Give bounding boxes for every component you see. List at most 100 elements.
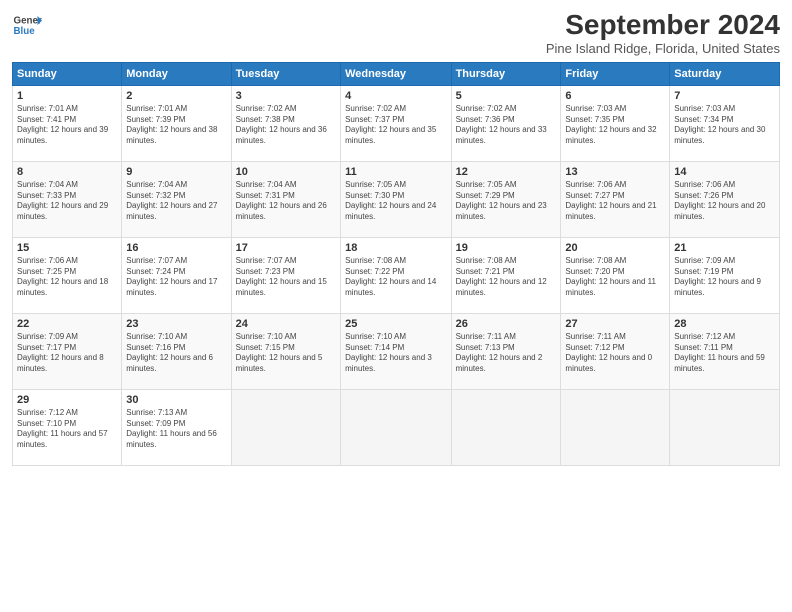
header: General Blue September 2024 Pine Island … [12, 10, 780, 56]
day-info: Sunrise: 7:12 AM Sunset: 7:10 PM Dayligh… [17, 408, 117, 451]
calendar-day-cell: 29 Sunrise: 7:12 AM Sunset: 7:10 PM Dayl… [13, 389, 122, 465]
page-container: General Blue September 2024 Pine Island … [0, 0, 792, 476]
calendar-day-cell: 19 Sunrise: 7:08 AM Sunset: 7:21 PM Dayl… [451, 237, 561, 313]
day-of-week-header: Saturday [670, 62, 780, 85]
calendar-day-cell [451, 389, 561, 465]
day-info: Sunrise: 7:07 AM Sunset: 7:23 PM Dayligh… [236, 256, 336, 299]
day-info: Sunrise: 7:09 AM Sunset: 7:17 PM Dayligh… [17, 332, 117, 375]
day-number: 18 [345, 242, 446, 254]
day-info: Sunrise: 7:09 AM Sunset: 7:19 PM Dayligh… [674, 256, 775, 299]
day-number: 14 [674, 166, 775, 178]
calendar-day-cell: 3 Sunrise: 7:02 AM Sunset: 7:38 PM Dayli… [231, 85, 340, 161]
day-number: 7 [674, 90, 775, 102]
calendar-day-cell: 21 Sunrise: 7:09 AM Sunset: 7:19 PM Dayl… [670, 237, 780, 313]
logo: General Blue [12, 10, 42, 40]
day-info: Sunrise: 7:01 AM Sunset: 7:39 PM Dayligh… [126, 104, 226, 147]
calendar-day-cell: 22 Sunrise: 7:09 AM Sunset: 7:17 PM Dayl… [13, 313, 122, 389]
calendar-body: 1 Sunrise: 7:01 AM Sunset: 7:41 PM Dayli… [13, 85, 780, 465]
calendar-day-cell: 25 Sunrise: 7:10 AM Sunset: 7:14 PM Dayl… [341, 313, 451, 389]
day-number: 5 [456, 90, 557, 102]
days-of-week-row: SundayMondayTuesdayWednesdayThursdayFrid… [13, 62, 780, 85]
day-of-week-header: Thursday [451, 62, 561, 85]
day-number: 21 [674, 242, 775, 254]
page-subtitle: Pine Island Ridge, Florida, United State… [546, 41, 780, 56]
day-number: 10 [236, 166, 336, 178]
calendar-day-cell [231, 389, 340, 465]
day-info: Sunrise: 7:02 AM Sunset: 7:36 PM Dayligh… [456, 104, 557, 147]
calendar-day-cell: 15 Sunrise: 7:06 AM Sunset: 7:25 PM Dayl… [13, 237, 122, 313]
day-info: Sunrise: 7:10 AM Sunset: 7:14 PM Dayligh… [345, 332, 446, 375]
day-of-week-header: Sunday [13, 62, 122, 85]
day-number: 9 [126, 166, 226, 178]
calendar-day-cell: 13 Sunrise: 7:06 AM Sunset: 7:27 PM Dayl… [561, 161, 670, 237]
calendar-day-cell: 28 Sunrise: 7:12 AM Sunset: 7:11 PM Dayl… [670, 313, 780, 389]
day-number: 25 [345, 318, 446, 330]
day-info: Sunrise: 7:06 AM Sunset: 7:25 PM Dayligh… [17, 256, 117, 299]
day-info: Sunrise: 7:08 AM Sunset: 7:20 PM Dayligh… [565, 256, 665, 299]
day-info: Sunrise: 7:10 AM Sunset: 7:16 PM Dayligh… [126, 332, 226, 375]
calendar-week-row: 8 Sunrise: 7:04 AM Sunset: 7:33 PM Dayli… [13, 161, 780, 237]
calendar-day-cell: 16 Sunrise: 7:07 AM Sunset: 7:24 PM Dayl… [122, 237, 231, 313]
day-info: Sunrise: 7:13 AM Sunset: 7:09 PM Dayligh… [126, 408, 226, 451]
day-info: Sunrise: 7:05 AM Sunset: 7:29 PM Dayligh… [456, 180, 557, 223]
calendar-week-row: 15 Sunrise: 7:06 AM Sunset: 7:25 PM Dayl… [13, 237, 780, 313]
day-number: 29 [17, 394, 117, 406]
day-info: Sunrise: 7:06 AM Sunset: 7:26 PM Dayligh… [674, 180, 775, 223]
day-number: 1 [17, 90, 117, 102]
day-number: 28 [674, 318, 775, 330]
day-number: 22 [17, 318, 117, 330]
calendar-day-cell: 30 Sunrise: 7:13 AM Sunset: 7:09 PM Dayl… [122, 389, 231, 465]
calendar-day-cell: 12 Sunrise: 7:05 AM Sunset: 7:29 PM Dayl… [451, 161, 561, 237]
svg-text:Blue: Blue [14, 26, 36, 37]
day-number: 20 [565, 242, 665, 254]
day-info: Sunrise: 7:04 AM Sunset: 7:32 PM Dayligh… [126, 180, 226, 223]
day-number: 16 [126, 242, 226, 254]
calendar-day-cell [341, 389, 451, 465]
calendar-week-row: 22 Sunrise: 7:09 AM Sunset: 7:17 PM Dayl… [13, 313, 780, 389]
calendar-day-cell: 7 Sunrise: 7:03 AM Sunset: 7:34 PM Dayli… [670, 85, 780, 161]
day-number: 4 [345, 90, 446, 102]
calendar-day-cell: 1 Sunrise: 7:01 AM Sunset: 7:41 PM Dayli… [13, 85, 122, 161]
day-number: 24 [236, 318, 336, 330]
day-info: Sunrise: 7:07 AM Sunset: 7:24 PM Dayligh… [126, 256, 226, 299]
day-number: 6 [565, 90, 665, 102]
title-block: September 2024 Pine Island Ridge, Florid… [546, 10, 780, 56]
calendar-day-cell: 26 Sunrise: 7:11 AM Sunset: 7:13 PM Dayl… [451, 313, 561, 389]
calendar-day-cell: 24 Sunrise: 7:10 AM Sunset: 7:15 PM Dayl… [231, 313, 340, 389]
calendar-day-cell: 10 Sunrise: 7:04 AM Sunset: 7:31 PM Dayl… [231, 161, 340, 237]
day-of-week-header: Wednesday [341, 62, 451, 85]
calendar-day-cell: 20 Sunrise: 7:08 AM Sunset: 7:20 PM Dayl… [561, 237, 670, 313]
calendar-day-cell: 8 Sunrise: 7:04 AM Sunset: 7:33 PM Dayli… [13, 161, 122, 237]
day-info: Sunrise: 7:11 AM Sunset: 7:13 PM Dayligh… [456, 332, 557, 375]
day-info: Sunrise: 7:12 AM Sunset: 7:11 PM Dayligh… [674, 332, 775, 375]
calendar-day-cell: 9 Sunrise: 7:04 AM Sunset: 7:32 PM Dayli… [122, 161, 231, 237]
day-info: Sunrise: 7:05 AM Sunset: 7:30 PM Dayligh… [345, 180, 446, 223]
calendar-header: SundayMondayTuesdayWednesdayThursdayFrid… [13, 62, 780, 85]
day-number: 12 [456, 166, 557, 178]
day-number: 17 [236, 242, 336, 254]
day-info: Sunrise: 7:06 AM Sunset: 7:27 PM Dayligh… [565, 180, 665, 223]
day-number: 26 [456, 318, 557, 330]
day-info: Sunrise: 7:10 AM Sunset: 7:15 PM Dayligh… [236, 332, 336, 375]
calendar-day-cell: 6 Sunrise: 7:03 AM Sunset: 7:35 PM Dayli… [561, 85, 670, 161]
day-number: 11 [345, 166, 446, 178]
day-number: 2 [126, 90, 226, 102]
calendar-day-cell: 23 Sunrise: 7:10 AM Sunset: 7:16 PM Dayl… [122, 313, 231, 389]
day-info: Sunrise: 7:04 AM Sunset: 7:31 PM Dayligh… [236, 180, 336, 223]
day-info: Sunrise: 7:08 AM Sunset: 7:22 PM Dayligh… [345, 256, 446, 299]
day-info: Sunrise: 7:02 AM Sunset: 7:38 PM Dayligh… [236, 104, 336, 147]
calendar-table: SundayMondayTuesdayWednesdayThursdayFrid… [12, 62, 780, 466]
calendar-day-cell: 4 Sunrise: 7:02 AM Sunset: 7:37 PM Dayli… [341, 85, 451, 161]
calendar-day-cell: 27 Sunrise: 7:11 AM Sunset: 7:12 PM Dayl… [561, 313, 670, 389]
calendar-day-cell: 11 Sunrise: 7:05 AM Sunset: 7:30 PM Dayl… [341, 161, 451, 237]
calendar-day-cell [670, 389, 780, 465]
day-number: 27 [565, 318, 665, 330]
day-number: 15 [17, 242, 117, 254]
day-info: Sunrise: 7:11 AM Sunset: 7:12 PM Dayligh… [565, 332, 665, 375]
day-of-week-header: Friday [561, 62, 670, 85]
calendar-day-cell: 17 Sunrise: 7:07 AM Sunset: 7:23 PM Dayl… [231, 237, 340, 313]
calendar-day-cell: 14 Sunrise: 7:06 AM Sunset: 7:26 PM Dayl… [670, 161, 780, 237]
calendar-day-cell: 18 Sunrise: 7:08 AM Sunset: 7:22 PM Dayl… [341, 237, 451, 313]
day-info: Sunrise: 7:03 AM Sunset: 7:35 PM Dayligh… [565, 104, 665, 147]
day-info: Sunrise: 7:04 AM Sunset: 7:33 PM Dayligh… [17, 180, 117, 223]
